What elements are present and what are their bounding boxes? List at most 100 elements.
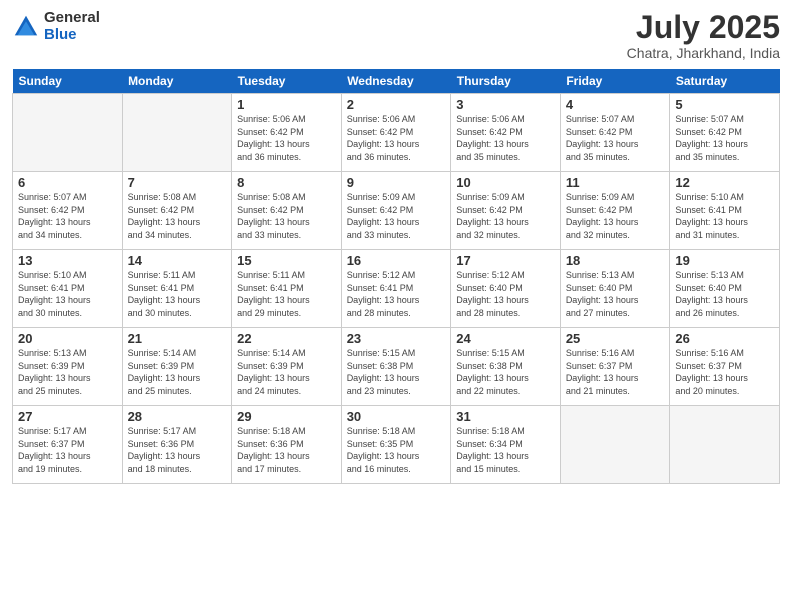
day-number: 17 <box>456 253 555 268</box>
week-row-4: 20Sunrise: 5:13 AM Sunset: 6:39 PM Dayli… <box>13 328 780 406</box>
page-container: General Blue July 2025 Chatra, Jharkhand… <box>0 0 792 494</box>
weekday-header-thursday: Thursday <box>451 69 561 94</box>
day-number: 3 <box>456 97 555 112</box>
calendar-cell <box>122 94 232 172</box>
day-number: 10 <box>456 175 555 190</box>
calendar-cell: 24Sunrise: 5:15 AM Sunset: 6:38 PM Dayli… <box>451 328 561 406</box>
day-number: 9 <box>347 175 446 190</box>
day-info: Sunrise: 5:15 AM Sunset: 6:38 PM Dayligh… <box>456 347 555 397</box>
day-number: 25 <box>566 331 665 346</box>
weekday-header-friday: Friday <box>560 69 670 94</box>
day-info: Sunrise: 5:08 AM Sunset: 6:42 PM Dayligh… <box>128 191 227 241</box>
day-number: 1 <box>237 97 336 112</box>
day-number: 27 <box>18 409 117 424</box>
day-info: Sunrise: 5:09 AM Sunset: 6:42 PM Dayligh… <box>347 191 446 241</box>
day-number: 7 <box>128 175 227 190</box>
day-info: Sunrise: 5:15 AM Sunset: 6:38 PM Dayligh… <box>347 347 446 397</box>
day-number: 19 <box>675 253 774 268</box>
weekday-header-saturday: Saturday <box>670 69 780 94</box>
day-number: 29 <box>237 409 336 424</box>
day-info: Sunrise: 5:17 AM Sunset: 6:36 PM Dayligh… <box>128 425 227 475</box>
calendar-cell: 11Sunrise: 5:09 AM Sunset: 6:42 PM Dayli… <box>560 172 670 250</box>
day-info: Sunrise: 5:07 AM Sunset: 6:42 PM Dayligh… <box>18 191 117 241</box>
day-number: 4 <box>566 97 665 112</box>
day-info: Sunrise: 5:16 AM Sunset: 6:37 PM Dayligh… <box>675 347 774 397</box>
calendar-cell: 4Sunrise: 5:07 AM Sunset: 6:42 PM Daylig… <box>560 94 670 172</box>
calendar-cell: 2Sunrise: 5:06 AM Sunset: 6:42 PM Daylig… <box>341 94 451 172</box>
calendar-cell: 17Sunrise: 5:12 AM Sunset: 6:40 PM Dayli… <box>451 250 561 328</box>
logo: General Blue <box>12 10 100 43</box>
header: General Blue July 2025 Chatra, Jharkhand… <box>12 10 780 61</box>
day-number: 20 <box>18 331 117 346</box>
day-info: Sunrise: 5:07 AM Sunset: 6:42 PM Dayligh… <box>566 113 665 163</box>
calendar-cell: 31Sunrise: 5:18 AM Sunset: 6:34 PM Dayli… <box>451 406 561 484</box>
day-number: 23 <box>347 331 446 346</box>
day-number: 22 <box>237 331 336 346</box>
calendar-cell: 12Sunrise: 5:10 AM Sunset: 6:41 PM Dayli… <box>670 172 780 250</box>
calendar-cell: 10Sunrise: 5:09 AM Sunset: 6:42 PM Dayli… <box>451 172 561 250</box>
day-number: 2 <box>347 97 446 112</box>
day-info: Sunrise: 5:09 AM Sunset: 6:42 PM Dayligh… <box>456 191 555 241</box>
calendar-cell: 5Sunrise: 5:07 AM Sunset: 6:42 PM Daylig… <box>670 94 780 172</box>
calendar-cell: 25Sunrise: 5:16 AM Sunset: 6:37 PM Dayli… <box>560 328 670 406</box>
day-number: 6 <box>18 175 117 190</box>
day-number: 21 <box>128 331 227 346</box>
calendar-table: SundayMondayTuesdayWednesdayThursdayFrid… <box>12 69 780 484</box>
logo-blue: Blue <box>44 27 100 44</box>
week-row-5: 27Sunrise: 5:17 AM Sunset: 6:37 PM Dayli… <box>13 406 780 484</box>
day-info: Sunrise: 5:18 AM Sunset: 6:34 PM Dayligh… <box>456 425 555 475</box>
calendar-cell: 7Sunrise: 5:08 AM Sunset: 6:42 PM Daylig… <box>122 172 232 250</box>
day-number: 13 <box>18 253 117 268</box>
calendar-cell: 9Sunrise: 5:09 AM Sunset: 6:42 PM Daylig… <box>341 172 451 250</box>
calendar-cell: 27Sunrise: 5:17 AM Sunset: 6:37 PM Dayli… <box>13 406 123 484</box>
weekday-header-wednesday: Wednesday <box>341 69 451 94</box>
day-number: 12 <box>675 175 774 190</box>
day-number: 8 <box>237 175 336 190</box>
logo-icon <box>12 13 40 41</box>
day-info: Sunrise: 5:06 AM Sunset: 6:42 PM Dayligh… <box>456 113 555 163</box>
day-info: Sunrise: 5:17 AM Sunset: 6:37 PM Dayligh… <box>18 425 117 475</box>
calendar-cell <box>670 406 780 484</box>
day-info: Sunrise: 5:11 AM Sunset: 6:41 PM Dayligh… <box>237 269 336 319</box>
calendar-cell: 21Sunrise: 5:14 AM Sunset: 6:39 PM Dayli… <box>122 328 232 406</box>
day-info: Sunrise: 5:06 AM Sunset: 6:42 PM Dayligh… <box>347 113 446 163</box>
calendar-cell: 28Sunrise: 5:17 AM Sunset: 6:36 PM Dayli… <box>122 406 232 484</box>
day-number: 11 <box>566 175 665 190</box>
logo-text: General Blue <box>44 10 100 43</box>
day-number: 16 <box>347 253 446 268</box>
day-info: Sunrise: 5:16 AM Sunset: 6:37 PM Dayligh… <box>566 347 665 397</box>
day-number: 28 <box>128 409 227 424</box>
calendar-cell <box>560 406 670 484</box>
calendar-cell: 3Sunrise: 5:06 AM Sunset: 6:42 PM Daylig… <box>451 94 561 172</box>
calendar-cell: 22Sunrise: 5:14 AM Sunset: 6:39 PM Dayli… <box>232 328 342 406</box>
location-subtitle: Chatra, Jharkhand, India <box>627 45 780 61</box>
calendar-cell: 6Sunrise: 5:07 AM Sunset: 6:42 PM Daylig… <box>13 172 123 250</box>
day-number: 15 <box>237 253 336 268</box>
day-number: 26 <box>675 331 774 346</box>
calendar-cell: 8Sunrise: 5:08 AM Sunset: 6:42 PM Daylig… <box>232 172 342 250</box>
calendar-cell: 23Sunrise: 5:15 AM Sunset: 6:38 PM Dayli… <box>341 328 451 406</box>
title-section: July 2025 Chatra, Jharkhand, India <box>627 10 780 61</box>
month-year-title: July 2025 <box>627 10 780 45</box>
day-info: Sunrise: 5:13 AM Sunset: 6:40 PM Dayligh… <box>675 269 774 319</box>
day-info: Sunrise: 5:13 AM Sunset: 6:40 PM Dayligh… <box>566 269 665 319</box>
day-info: Sunrise: 5:13 AM Sunset: 6:39 PM Dayligh… <box>18 347 117 397</box>
calendar-cell: 16Sunrise: 5:12 AM Sunset: 6:41 PM Dayli… <box>341 250 451 328</box>
weekday-header-monday: Monday <box>122 69 232 94</box>
calendar-cell: 15Sunrise: 5:11 AM Sunset: 6:41 PM Dayli… <box>232 250 342 328</box>
day-info: Sunrise: 5:18 AM Sunset: 6:35 PM Dayligh… <box>347 425 446 475</box>
day-info: Sunrise: 5:06 AM Sunset: 6:42 PM Dayligh… <box>237 113 336 163</box>
calendar-cell: 26Sunrise: 5:16 AM Sunset: 6:37 PM Dayli… <box>670 328 780 406</box>
day-info: Sunrise: 5:10 AM Sunset: 6:41 PM Dayligh… <box>675 191 774 241</box>
day-number: 14 <box>128 253 227 268</box>
week-row-3: 13Sunrise: 5:10 AM Sunset: 6:41 PM Dayli… <box>13 250 780 328</box>
day-info: Sunrise: 5:14 AM Sunset: 6:39 PM Dayligh… <box>237 347 336 397</box>
calendar-cell: 30Sunrise: 5:18 AM Sunset: 6:35 PM Dayli… <box>341 406 451 484</box>
day-number: 24 <box>456 331 555 346</box>
day-info: Sunrise: 5:08 AM Sunset: 6:42 PM Dayligh… <box>237 191 336 241</box>
calendar-cell: 13Sunrise: 5:10 AM Sunset: 6:41 PM Dayli… <box>13 250 123 328</box>
day-info: Sunrise: 5:18 AM Sunset: 6:36 PM Dayligh… <box>237 425 336 475</box>
week-row-2: 6Sunrise: 5:07 AM Sunset: 6:42 PM Daylig… <box>13 172 780 250</box>
day-number: 31 <box>456 409 555 424</box>
weekday-header-tuesday: Tuesday <box>232 69 342 94</box>
